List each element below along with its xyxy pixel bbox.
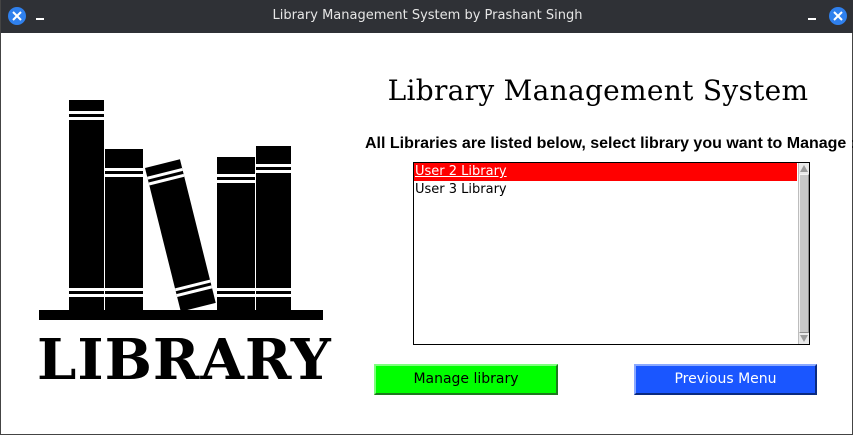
library-listbox[interactable]: User 2 Library User 3 Library xyxy=(413,162,810,345)
library-list: User 2 Library User 3 Library xyxy=(414,163,797,344)
library-logo: LIBRARY xyxy=(37,98,332,394)
title-bar: Library Management System by Prashant Si… xyxy=(1,0,853,33)
vertical-scrollbar[interactable] xyxy=(798,163,809,344)
previous-menu-button[interactable]: Previous Menu xyxy=(634,364,817,395)
scroll-thumb[interactable] xyxy=(799,174,809,333)
minimize-icon[interactable] xyxy=(807,8,817,22)
close-icon[interactable] xyxy=(829,7,847,25)
app-window: Library Management System by Prashant Si… xyxy=(0,0,853,435)
page-title: Library Management System xyxy=(387,74,809,107)
instruction-text: All Libraries are listed below, select l… xyxy=(365,135,853,152)
scroll-up-icon[interactable] xyxy=(799,163,809,174)
window-title: Library Management System by Prashant Si… xyxy=(272,8,583,23)
logo-text: LIBRARY xyxy=(37,327,332,393)
list-item[interactable]: User 2 Library xyxy=(414,163,797,181)
scroll-down-icon[interactable] xyxy=(799,333,809,344)
list-item[interactable]: User 3 Library xyxy=(414,181,797,199)
manage-library-button[interactable]: Manage library xyxy=(374,364,558,395)
